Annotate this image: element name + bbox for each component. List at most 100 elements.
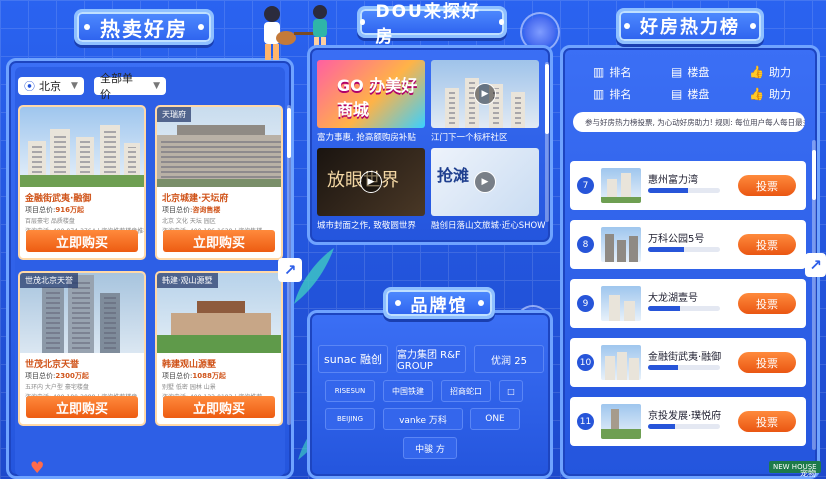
video-thumb[interactable]: GO 办美好商城 [317,60,425,128]
vote-button[interactable]: 投票 [738,175,796,196]
house-name: 北京城建·天坛府 [162,194,229,204]
house-card[interactable]: 天瑞府 北京城建·天坛府 项目总价:咨询售楼 北京 文化 天坛 园区 咨询电话:… [155,105,283,260]
house-thumbnail [601,404,641,439]
play-icon[interactable]: ▶ [474,171,496,193]
brand-logo[interactable]: sunac 融创 [318,345,388,373]
boost-progress [648,365,720,370]
location-pin-icon: ⦿ [24,80,35,93]
ranking-header: ▥ 排名 ▤ 楼盘 👍 助力 [593,86,826,102]
building-header: ▤ 楼盘 [671,87,710,101]
ranking-scrollbar-thumb[interactable] [812,150,816,200]
brand-logo[interactable]: vanke 万科 [383,408,463,430]
rank-header: ▥ 排名 [593,65,632,79]
house-name: 万科公园5号 [648,234,705,245]
ranking-header: ▥ 排名 ▤ 楼盘 👍 助力 [593,64,826,80]
vote-button[interactable]: 投票 [738,411,796,432]
ranking-row: 8 万科公园5号 投票 [570,220,806,269]
brand-logo[interactable]: BEIJING [325,408,375,430]
share-icon[interactable]: ↗ [805,253,826,277]
building-header: ▤ 楼盘 [671,65,710,79]
video-caption: 江门下一个标杆社区 [431,133,508,143]
price-filter[interactable]: 全部单价 ▼ [94,72,166,101]
boost-header: 👍 助力 [749,87,791,101]
play-icon[interactable]: ▶ [474,83,496,105]
house-tags: 北京 文化 天坛 园区 [162,218,216,225]
house-thumbnail [601,286,641,321]
video-caption: 富力事惠, 抢高额购房补贴 [317,133,416,143]
chevron-down-icon: ▼ [153,81,160,91]
house-thumbnail [601,227,641,262]
rank-number: 11 [577,413,594,430]
building-icon: ▤ [671,87,683,101]
vote-button[interactable]: 投票 [738,352,796,373]
ranking-row: 11 京投发展·璞悦府 投票 [570,397,806,446]
rank-header: ▥ 排名 [593,87,632,101]
house-thumbnail [601,345,641,380]
ranking-row: 10 金融街武夷·融御 投票 [570,338,806,387]
boost-header: 👍 助力 [749,65,791,79]
brand-logo[interactable]: 中骏 方 [403,437,457,459]
brand-logo[interactable]: RISESUN [325,380,375,402]
thumbs-up-icon: 👍 [749,65,764,79]
boost-progress [648,424,720,429]
video-caption: 城市封面之作, 致敬圆世界 [317,221,416,231]
left-scrollbar-thumb[interactable] [287,108,291,158]
house-card[interactable]: 韩建·观山源墅 韩建观山源墅 项目总价:1088万起 别墅 低密 园林 山景 咨… [155,271,283,426]
brand-logo[interactable]: 招商蛇口 [441,380,491,402]
vote-button[interactable]: 投票 [738,234,796,255]
chevron-down-icon: ▼ [71,81,78,91]
house-name: 金融街武夷·融御 [25,194,92,204]
chart-icon: ▥ [593,87,605,101]
ranking-row: 7 惠州富力湾 投票 [570,161,806,210]
house-image: 世茂北京天誉 [20,273,144,353]
house-tags: 五环内 大户型 豪宅楼盘 [25,384,89,391]
buy-now-button[interactable]: 立即购买 [26,230,138,252]
house-tags: 别墅 低密 园林 山景 [162,384,216,391]
house-image [20,107,144,187]
brand-logo[interactable]: 富力集团 R&F GROUP [396,345,466,373]
house-image: 韩建·观山源墅 [157,273,281,353]
house-price: 项目总价:1088万起 [162,372,226,380]
house-thumbnail [601,168,641,203]
brand-logo[interactable]: □ [499,380,523,402]
brand-logo[interactable]: ONE [470,408,520,430]
video-caption: 融创日落山文旅城·近心SHOW [431,221,546,231]
brand-logo[interactable]: 优润 25 [474,345,544,373]
hot-sale-title: 热卖好房 [74,9,214,45]
buy-now-button[interactable]: 立即购买 [163,230,275,252]
chart-icon: ▥ [593,65,605,79]
house-name: 世茂北京天誉 [25,360,80,370]
building-icon: ▤ [671,65,683,79]
dou-title: DOU来探好房 [357,2,507,47]
house-price: 项目总价:咨询售楼 [162,206,221,214]
dou-scrollbar-thumb[interactable] [545,64,549,134]
boost-progress [648,247,720,252]
house-name: 韩建观山源墅 [162,360,217,370]
house-image: 天瑞府 [157,107,281,187]
corner-label: 宠物 [800,469,816,478]
thumbs-up-icon: 👍 [749,87,764,101]
house-card[interactable]: 金融街武夷·融御 项目总价:916万起 百层豪宅 品质楼盘 咨询电话: 400-… [18,105,146,260]
rank-number: 8 [577,236,594,253]
house-name: 大龙湖壹号 [648,293,698,304]
video-thumb[interactable]: 抢滩 ▶ [431,148,539,216]
city-filter[interactable]: ⦿ 北京 ▼ [18,77,84,95]
heart-icon: ♥ [30,458,45,477]
play-icon[interactable]: ▶ [360,171,382,193]
rank-number: 10 [577,354,594,371]
house-card[interactable]: 世茂北京天誉 世茂北京天誉 项目总价:2300万起 五环内 大户型 豪宅楼盘 咨… [18,271,146,426]
house-price: 项目总价:916万起 [25,206,84,214]
video-thumb[interactable]: 放眼世界 ▶ [317,148,425,216]
vote-button[interactable]: 投票 [738,293,796,314]
rank-number: 7 [577,177,594,194]
house-name: 金融街武夷·融御 [648,352,722,363]
ranking-title: 好房热力榜 [616,8,764,44]
buy-now-button[interactable]: 立即购买 [26,396,138,418]
house-name: 惠州富力湾 [648,175,698,186]
video-thumb[interactable]: ▶ [431,60,539,128]
brand-logo[interactable]: 中国铁建 [383,380,433,402]
buy-now-button[interactable]: 立即购买 [163,396,275,418]
ranking-row: 9 大龙湖壹号 投票 [570,279,806,328]
ranking-notice: 参与好房热力榜投票, 为心动好房助力! 规则: 每位用户每人每日最多投票5次 [573,112,805,132]
boost-progress [648,188,720,193]
